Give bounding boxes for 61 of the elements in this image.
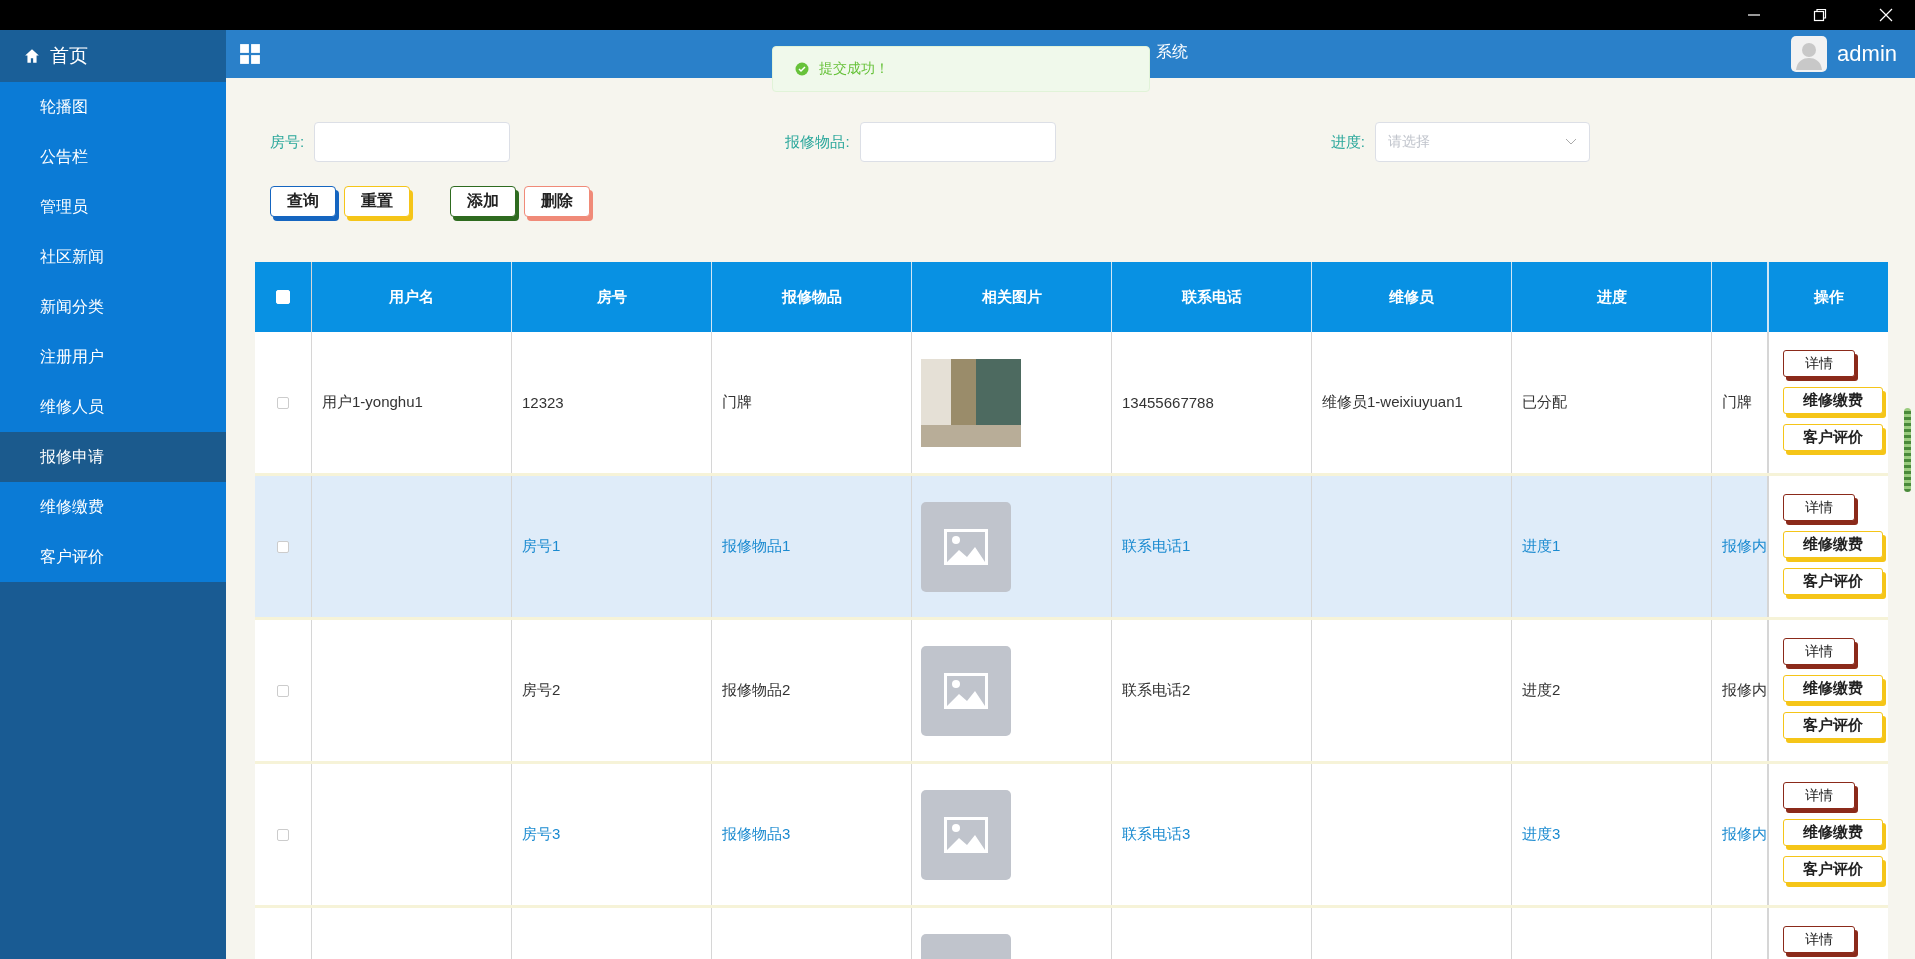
sidebar-item[interactable]: 客户评价 [0, 532, 226, 582]
table-cell: 13455667788 [1112, 332, 1312, 473]
image-placeholder-icon [921, 789, 1011, 880]
column-header: 相关图片 [912, 262, 1112, 332]
column-header: 房号 [512, 262, 712, 332]
restore-icon[interactable] [1813, 8, 1827, 22]
table-cell: 用户1-yonghu1 [312, 332, 512, 473]
avatar-icon[interactable] [1791, 36, 1828, 72]
sidebar-item[interactable]: 维修人员 [0, 382, 226, 432]
toast-message: 提交成功！ [819, 60, 889, 78]
scrollbar-thumb[interactable] [1904, 408, 1911, 492]
chevron-down-icon [1565, 138, 1577, 146]
select-all-checkbox[interactable] [276, 290, 290, 304]
grid-menu-icon[interactable] [239, 43, 261, 65]
input-field[interactable] [314, 122, 511, 162]
filter-label: 报修物品: [785, 132, 850, 152]
sidebar-item[interactable]: 新闻分类 [0, 282, 226, 332]
table-cell: 报修物品1 [712, 476, 912, 617]
column-header: 维修员 [1312, 262, 1512, 332]
row-checkbox[interactable] [277, 828, 289, 841]
column-header: 进度 [1512, 262, 1712, 332]
column-header: 用户名 [312, 262, 512, 332]
table-cell: 维修员1-weixiuyuan1 [1312, 332, 1512, 473]
table-cell: 报修物品2 [712, 620, 912, 761]
sidebar-item[interactable]: 公告栏 [0, 132, 226, 182]
sidebar-item[interactable]: 社区新闻 [0, 232, 226, 282]
table-cell: 联系电话1 [1112, 476, 1312, 617]
row-checkbox[interactable] [277, 684, 289, 697]
sidebar-item[interactable]: 维修缴费 [0, 482, 226, 532]
sidebar-item[interactable]: 报修申请 [0, 432, 226, 482]
table-cell: 12323 [512, 332, 712, 473]
row-checkbox[interactable] [277, 540, 289, 553]
sidebar-item[interactable]: 注册用户 [0, 332, 226, 382]
filter-label: 进度: [1330, 132, 1365, 152]
home-menu-item[interactable]: 首页 [0, 30, 226, 82]
filter-label: 房号: [270, 132, 305, 152]
image-placeholder-icon [921, 501, 1011, 592]
app-title: 系统 [1156, 42, 1188, 62]
home-label: 首页 [50, 44, 88, 68]
table-cell: 进度2 [1512, 620, 1712, 761]
table-cell: 房号2 [512, 620, 712, 761]
sidebar-item[interactable]: 管理员 [0, 182, 226, 232]
table-cell: 进度1 [1512, 476, 1712, 617]
sidebar-item[interactable]: 轮播图 [0, 82, 226, 132]
home-icon [24, 48, 40, 64]
column-header: 联系电话 [1112, 262, 1312, 332]
table-cell: 房号1 [512, 476, 712, 617]
close-icon[interactable] [1879, 8, 1893, 22]
column-header: 报修物品 [712, 262, 912, 332]
row-checkbox[interactable] [277, 396, 289, 409]
username[interactable]: admin [1837, 41, 1897, 67]
input-field[interactable] [859, 122, 1056, 162]
table-cell: 进度3 [1512, 764, 1712, 905]
table-cell: 房号3 [512, 764, 712, 905]
table-cell: 报修物品3 [712, 764, 912, 905]
table-cell: 门牌 [712, 332, 912, 473]
table-cell: 联系电话3 [1112, 764, 1312, 905]
image-placeholder-icon [921, 645, 1011, 736]
table-cell: 联系电话2 [1112, 620, 1312, 761]
check-circle-icon [795, 62, 809, 76]
table-cell: 已分配 [1512, 332, 1712, 473]
